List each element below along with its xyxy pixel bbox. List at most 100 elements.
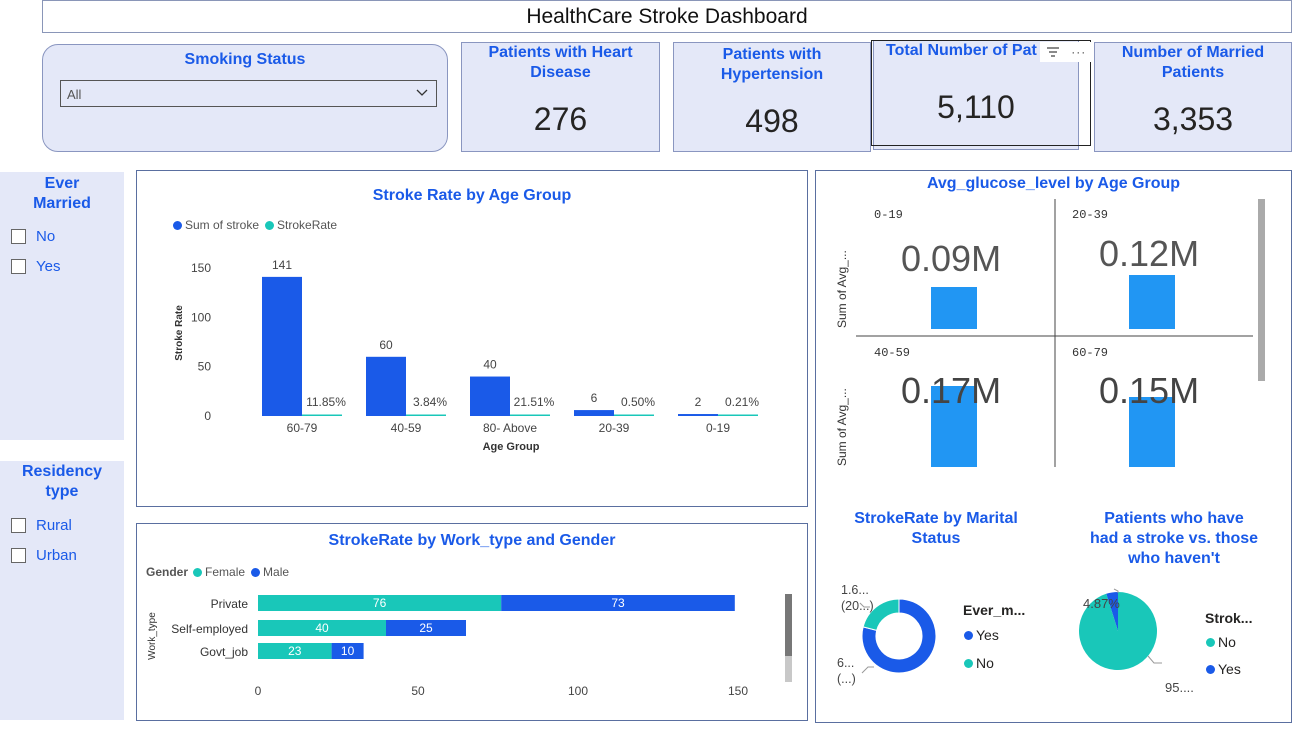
legend-item-yes: Yes — [964, 627, 999, 643]
checkbox[interactable] — [11, 518, 26, 533]
smoking-status-slicer: Smoking Status All — [42, 44, 448, 152]
data-label: 40 — [483, 358, 497, 372]
bar-stroke-rate — [302, 414, 342, 416]
kpi-heart-disease: Patients with Heart Disease 276 — [461, 42, 660, 152]
x-axis-title: Age Group — [483, 441, 540, 453]
bar-sum-of-stroke — [574, 410, 614, 416]
data-label: 23 — [288, 644, 302, 658]
legend-item-no: No — [964, 655, 994, 671]
data-label: 40 — [315, 621, 329, 635]
visual-header-toolbar: ··· — [1040, 42, 1092, 62]
data-label: 141 — [272, 258, 292, 272]
scrollbar[interactable] — [785, 594, 792, 682]
panel-label: 40-59 — [874, 346, 911, 360]
kpi-hypertension: Patients with Hypertension 498 — [673, 42, 871, 152]
donut-label-yes: 6... (...) — [837, 656, 856, 686]
smoking-status-dropdown[interactable]: All — [60, 80, 437, 107]
option-label: Rural — [36, 517, 72, 534]
chart-title: StrokeRate by Marital Status — [854, 510, 1018, 547]
panel-label: 0-19 — [874, 208, 903, 222]
dropdown-selected-value: All — [67, 87, 82, 102]
ever-married-option-yes[interactable]: Yes — [11, 258, 60, 275]
kpi-value: 498 — [745, 103, 799, 139]
bar-stroke-rate — [510, 414, 550, 416]
x-tick-label: 50 — [411, 684, 425, 698]
scrollbar[interactable] — [1258, 199, 1265, 381]
stroke-rate-age-chart: Stroke Rate by Age Group Sum of stroke S… — [136, 170, 808, 507]
checkbox[interactable] — [11, 259, 26, 274]
scrollbar-thumb[interactable] — [785, 594, 792, 656]
pie-label-no: 95.... — [1165, 680, 1194, 695]
filter-icon[interactable] — [1046, 46, 1060, 58]
work-type-gender-chart: StrokeRate by Work_type and Gender Gende… — [136, 523, 808, 721]
y-axis-title: Work_type — [147, 612, 158, 660]
data-label: 73 — [611, 596, 625, 610]
y-tick-label: 0 — [204, 409, 211, 423]
kpi-label: Patients with Heart Disease — [488, 44, 633, 81]
data-label: 10 — [341, 644, 355, 658]
panel-value: 0.17M — [901, 370, 1002, 411]
data-label: 0.50% — [621, 395, 655, 409]
glucose-bar[interactable] — [931, 287, 977, 329]
x-tick-label: 0-19 — [706, 421, 730, 435]
leader-line — [1147, 655, 1162, 664]
y-tick-label: 100 — [191, 310, 211, 324]
more-options-icon[interactable]: ··· — [1071, 45, 1086, 59]
y-axis-label-top: Sum of Avg_... — [835, 250, 849, 328]
kpi-label: Number of Married Patients — [1121, 44, 1265, 81]
option-label: Yes — [36, 258, 61, 275]
x-tick-label: 80- Above — [483, 421, 537, 435]
smoking-status-title: Smoking Status — [184, 51, 306, 68]
residency-type-title: Residency type — [21, 463, 103, 500]
data-label: 2 — [695, 395, 702, 409]
residency-type-slicer: Residency type Rural Urban — [0, 461, 124, 720]
data-label: 21.51% — [514, 395, 555, 409]
y-tick-label: Self-employed — [171, 622, 248, 636]
x-tick-label: 0 — [255, 684, 262, 698]
leader-line — [861, 666, 874, 674]
kpi-label: Patients with Hypertension — [720, 46, 824, 83]
x-tick-label: 40-59 — [391, 421, 422, 435]
x-tick-label: 20-39 — [599, 421, 630, 435]
panel-value: 0.09M — [901, 238, 1002, 279]
bar-sum-of-stroke — [678, 414, 718, 416]
work-type-bar-plot: Work_type Private 76 73 Self-employed 40 25 Gov… — [147, 595, 748, 698]
kpi-married-patients: Number of Married Patients 3,353 — [1094, 42, 1292, 152]
x-tick-label: 100 — [568, 684, 588, 698]
bar-sum-of-stroke — [470, 376, 510, 416]
dashboard-title: HealthCare Stroke Dashboard — [42, 0, 1292, 33]
residency-option-rural[interactable]: Rural — [11, 517, 72, 534]
bar-sum-of-stroke — [366, 356, 406, 416]
x-tick-label: 60-79 — [287, 421, 318, 435]
x-tick-label: 150 — [728, 684, 748, 698]
pie-label-yes: 4.87% — [1083, 596, 1120, 611]
chart-title: Patients who have had a stroke vs. those… — [1089, 510, 1259, 567]
option-label: No — [36, 228, 56, 245]
bar-stroke-rate — [614, 414, 654, 416]
panel-label: 60-79 — [1072, 346, 1109, 360]
data-label: 0.21% — [725, 395, 759, 409]
ever-married-option-no[interactable]: No — [11, 228, 55, 245]
data-label: 11.85% — [306, 395, 346, 409]
residency-option-urban[interactable]: Urban — [11, 547, 77, 564]
stroke-pie — [1079, 588, 1162, 670]
ever-married-title: Ever Married — [33, 175, 91, 212]
glucose-bar[interactable] — [1129, 275, 1175, 329]
bar-sum-of-stroke — [262, 276, 302, 416]
kpi-value: 3,353 — [1152, 101, 1234, 137]
age-bar-plot: 050100150Stroke RateAge Group14111.85%60… — [174, 258, 759, 453]
data-label: 6 — [591, 391, 598, 405]
panel-value: 0.15M — [1099, 370, 1200, 411]
chevron-down-icon — [416, 89, 428, 96]
checkbox[interactable] — [11, 229, 26, 244]
y-axis-title: Stroke Rate — [174, 305, 185, 361]
right-panel: Avg_glucose_level by Age Group Sum of Av… — [815, 170, 1292, 723]
data-label: 60 — [379, 338, 393, 352]
panel-label: 20-39 — [1072, 208, 1109, 222]
y-tick-label: 50 — [198, 360, 212, 374]
data-label: 3.84% — [413, 395, 447, 409]
y-axis-label-bottom: Sum of Avg_... — [835, 388, 849, 466]
checkbox[interactable] — [11, 548, 26, 563]
data-label: 76 — [373, 596, 387, 610]
panel-value: 0.12M — [1099, 233, 1200, 274]
